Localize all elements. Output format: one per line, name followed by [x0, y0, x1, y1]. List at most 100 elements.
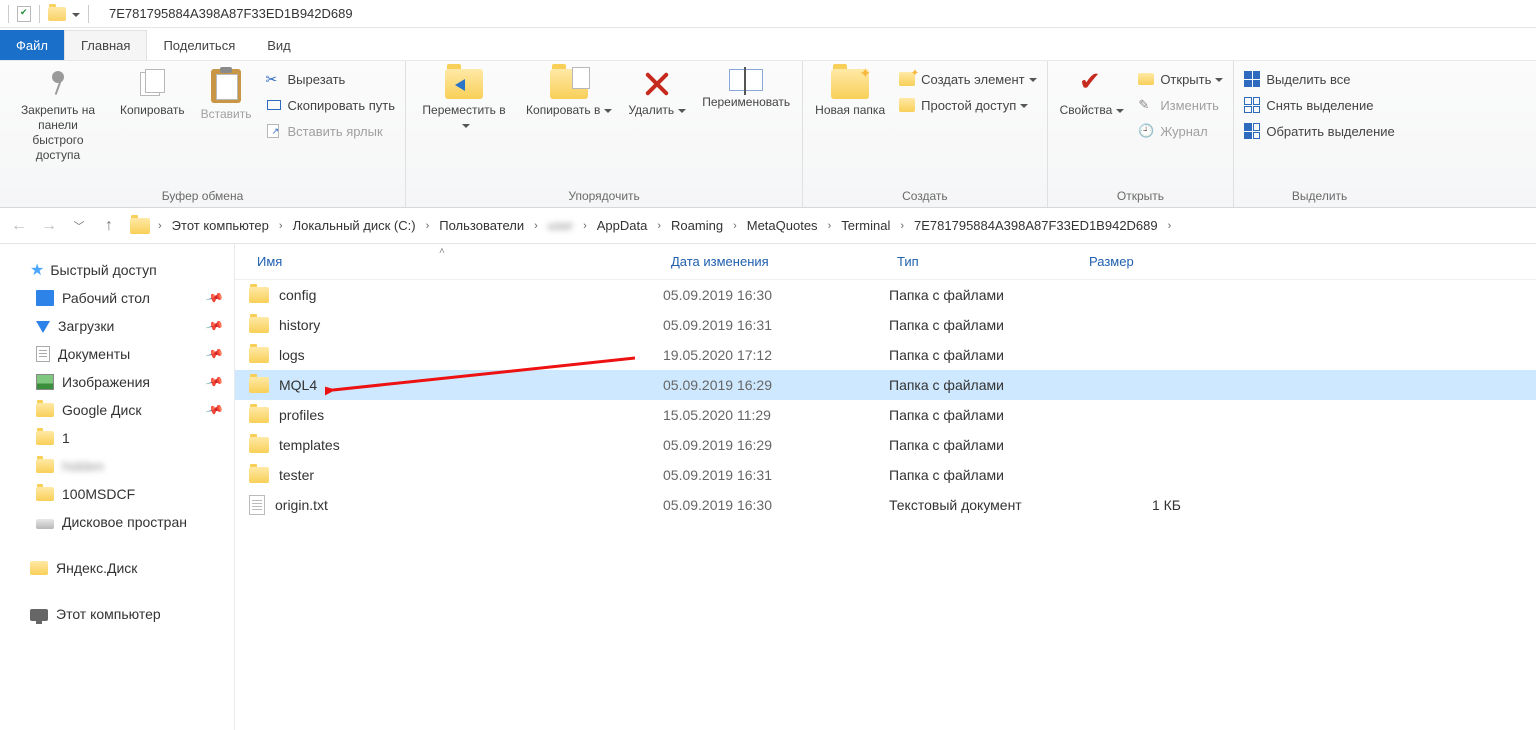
- file-type: Папка с файлами: [889, 437, 1081, 453]
- properties-button[interactable]: Свойства: [1054, 65, 1131, 122]
- breadcrumb-segment[interactable]: Локальный диск (C:): [287, 213, 422, 239]
- sidebar-item-pictures[interactable]: Изображения📌: [0, 368, 234, 396]
- folder-icon: [249, 377, 269, 393]
- file-row[interactable]: templates05.09.2019 16:29Папка с файлами: [235, 430, 1536, 460]
- copy-to-button[interactable]: Копировать в: [520, 65, 618, 122]
- sidebar-quick-access[interactable]: ★Быстрый доступ: [0, 256, 234, 284]
- new-folder-icon: [831, 69, 869, 99]
- sidebar-item-this-pc[interactable]: Этот компьютер: [0, 600, 234, 628]
- breadcrumb-segment[interactable]: 7E781795884A398A87F33ED1B942D689: [908, 213, 1164, 239]
- cut-button[interactable]: Вырезать: [266, 67, 396, 91]
- rename-button[interactable]: Переименовать: [696, 65, 796, 114]
- new-folder-button[interactable]: Новая папка: [809, 65, 891, 122]
- file-row[interactable]: history05.09.2019 16:31Папка с файлами: [235, 310, 1536, 340]
- sidebar-item-1[interactable]: 1: [0, 424, 234, 452]
- column-size[interactable]: Размер: [1081, 244, 1211, 279]
- chevron-right-icon[interactable]: ›: [655, 220, 663, 232]
- nav-forward-button[interactable]: →: [36, 212, 62, 240]
- column-type[interactable]: Тип: [889, 244, 1081, 279]
- breadcrumb-segment[interactable]: Этот компьютер: [166, 213, 275, 239]
- file-row[interactable]: config05.09.2019 16:30Папка с файлами: [235, 280, 1536, 310]
- file-type: Папка с файлами: [889, 317, 1081, 333]
- pin-indicator-icon: 📌: [205, 344, 225, 364]
- sidebar-item-blurred[interactable]: hidden: [0, 452, 234, 480]
- breadcrumb-segment[interactable]: MetaQuotes: [741, 213, 824, 239]
- paste-shortcut-icon: [266, 123, 282, 139]
- sidebar-item-100msdcf[interactable]: 100MSDCF: [0, 480, 234, 508]
- chevron-right-icon[interactable]: ›: [424, 220, 432, 232]
- file-date: 05.09.2019 16:30: [663, 497, 889, 513]
- qat-dropdown-icon[interactable]: [72, 7, 80, 21]
- folder-qat-icon[interactable]: [48, 7, 66, 21]
- breadcrumb-segment[interactable]: Roaming: [665, 213, 729, 239]
- folder-icon: [36, 403, 54, 417]
- column-name[interactable]: Имя˄: [249, 244, 663, 279]
- select-all-button[interactable]: Выделить все: [1244, 67, 1394, 91]
- breadcrumb-segment[interactable]: AppData: [591, 213, 654, 239]
- nav-back-button[interactable]: ←: [6, 212, 32, 240]
- file-type: Папка с файлами: [889, 377, 1081, 393]
- nav-recent-button[interactable]: ﹀: [66, 212, 92, 240]
- tab-share[interactable]: Поделиться: [147, 30, 251, 60]
- history-icon: [1138, 123, 1154, 139]
- breadcrumb-segment-user[interactable]: user: [542, 213, 579, 239]
- open-button[interactable]: Открыть: [1138, 67, 1223, 91]
- file-row[interactable]: MQL405.09.2019 16:29Папка с файлами: [235, 370, 1536, 400]
- edit-button[interactable]: Изменить: [1138, 93, 1223, 117]
- pin-icon: [44, 69, 72, 99]
- pin-to-quick-access-button[interactable]: Закрепить на панели быстрого доступа: [6, 65, 110, 167]
- sidebar-item-yandex-disk[interactable]: Яндекс.Диск: [0, 554, 234, 582]
- file-row[interactable]: profiles15.05.2020 11:29Папка с файлами: [235, 400, 1536, 430]
- new-item-button[interactable]: Создать элемент: [899, 67, 1036, 91]
- easy-access-button[interactable]: Простой доступ: [899, 93, 1036, 117]
- nav-up-button[interactable]: ↑: [96, 212, 122, 240]
- properties-qat-icon[interactable]: [17, 6, 31, 22]
- chevron-right-icon[interactable]: ›: [731, 220, 739, 232]
- chevron-right-icon[interactable]: ›: [532, 220, 540, 232]
- chevron-right-icon[interactable]: ›: [1166, 220, 1174, 232]
- folder-icon: [249, 287, 269, 303]
- paste-button[interactable]: Вставить: [195, 65, 258, 126]
- file-row[interactable]: tester05.09.2019 16:31Папка с файлами: [235, 460, 1536, 490]
- open-icon: [1138, 73, 1154, 85]
- select-none-button[interactable]: Снять выделение: [1244, 93, 1394, 117]
- move-to-button[interactable]: Переместить в: [412, 65, 516, 137]
- folder-icon: [249, 347, 269, 363]
- sidebar-item-diskspace[interactable]: Дисковое простран: [0, 508, 234, 536]
- history-button[interactable]: Журнал: [1138, 119, 1223, 143]
- sidebar-item-desktop[interactable]: Рабочий стол📌: [0, 284, 234, 312]
- file-row[interactable]: logs19.05.2020 17:12Папка с файлами: [235, 340, 1536, 370]
- new-item-icon: [899, 72, 915, 86]
- sidebar-item-documents[interactable]: Документы📌: [0, 340, 234, 368]
- chevron-right-icon[interactable]: ›: [581, 220, 589, 232]
- copy-button[interactable]: Копировать: [114, 65, 191, 122]
- delete-button[interactable]: Удалить: [622, 65, 692, 122]
- cut-icon: [266, 71, 282, 87]
- file-row[interactable]: origin.txt05.09.2019 16:30Текстовый доку…: [235, 490, 1536, 520]
- column-date[interactable]: Дата изменения: [663, 244, 889, 279]
- breadcrumb-segment[interactable]: Пользователи: [433, 213, 530, 239]
- breadcrumb[interactable]: › Этот компьютер› Локальный диск (C:)› П…: [126, 212, 1530, 240]
- chevron-right-icon[interactable]: ›: [826, 220, 834, 232]
- invert-selection-button[interactable]: Обратить выделение: [1244, 119, 1394, 143]
- copy-to-icon: [550, 69, 588, 99]
- yandex-disk-icon: [30, 561, 48, 575]
- sidebar: ★Быстрый доступ Рабочий стол📌 Загрузки📌 …: [0, 244, 235, 730]
- text-file-icon: [249, 495, 265, 515]
- breadcrumb-segment[interactable]: Terminal: [835, 213, 896, 239]
- file-date: 19.05.2020 17:12: [663, 347, 889, 363]
- chevron-right-icon[interactable]: ›: [898, 220, 906, 232]
- chevron-right-icon[interactable]: ›: [277, 220, 285, 232]
- sidebar-item-gdrive[interactable]: Google Диск📌: [0, 396, 234, 424]
- tab-home[interactable]: Главная: [64, 30, 147, 60]
- sidebar-item-downloads[interactable]: Загрузки📌: [0, 312, 234, 340]
- tab-file[interactable]: Файл: [0, 30, 64, 60]
- paste-shortcut-button[interactable]: Вставить ярлык: [266, 119, 396, 143]
- file-rows: config05.09.2019 16:30Папка с файламиhis…: [235, 280, 1536, 520]
- chevron-right-icon[interactable]: ›: [156, 220, 164, 232]
- delete-icon: [642, 69, 672, 99]
- file-type: Папка с файлами: [889, 287, 1081, 303]
- group-label-new: Создать: [809, 187, 1040, 205]
- tab-view[interactable]: Вид: [251, 30, 307, 60]
- copy-path-button[interactable]: Скопировать путь: [266, 93, 396, 117]
